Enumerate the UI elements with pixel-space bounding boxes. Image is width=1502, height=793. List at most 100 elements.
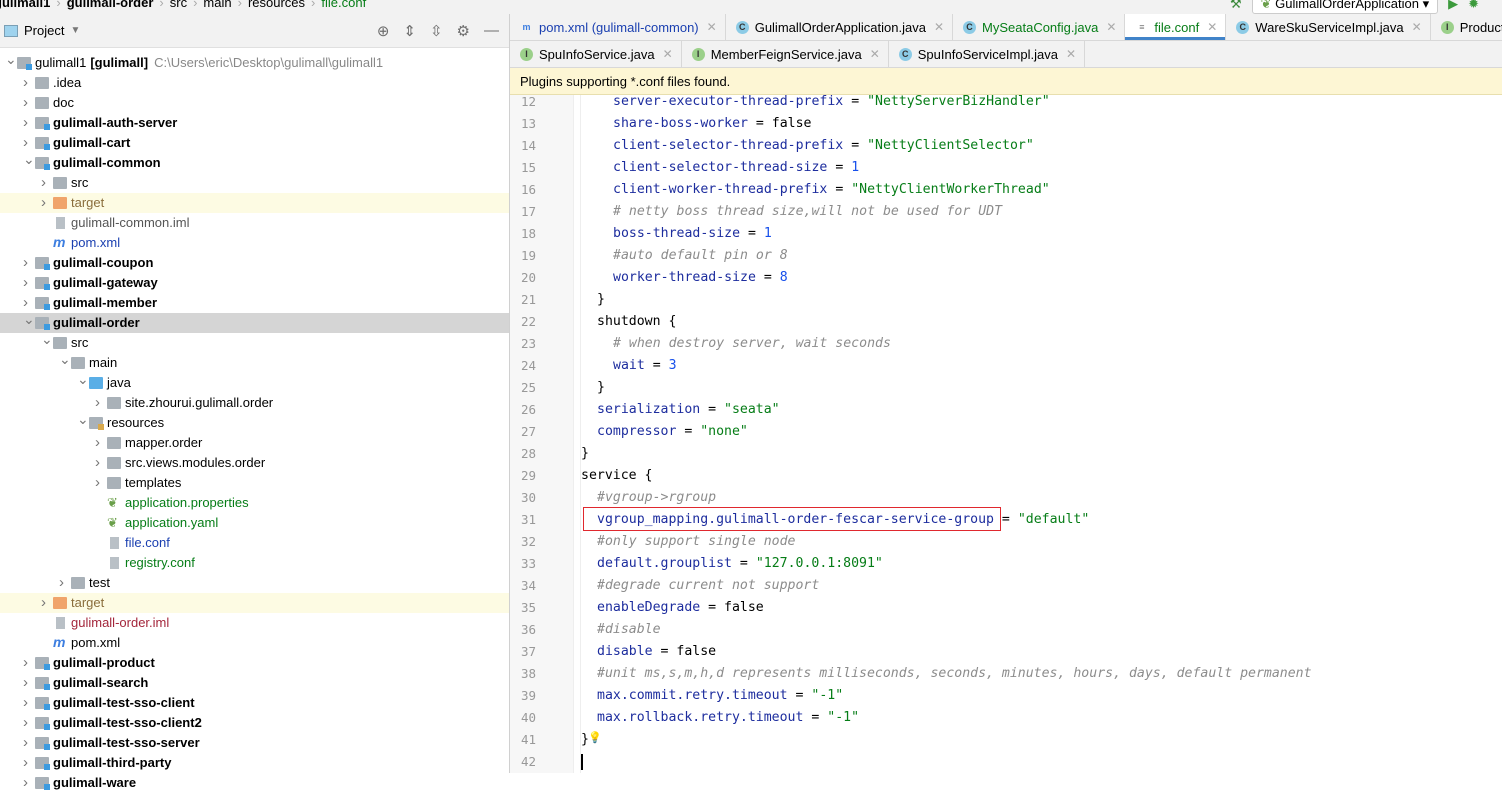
- tab-gulimallorderapplication-java[interactable]: C GulimallOrderApplication.java ✕: [726, 14, 954, 40]
- tree-item[interactable]: ❦ application.properties: [0, 493, 509, 513]
- chevron-right-icon[interactable]: ›: [23, 733, 33, 753]
- tree-item[interactable]: › doc: [0, 93, 509, 113]
- debug-icon[interactable]: ✹: [1468, 0, 1479, 12]
- tree-item[interactable]: › gulimall-test-sso-server: [0, 733, 509, 753]
- chevron-right-icon[interactable]: ›: [95, 453, 105, 473]
- gear-icon[interactable]: ⚙: [457, 22, 470, 40]
- close-icon[interactable]: ✕: [1066, 47, 1076, 61]
- code-editor[interactable]: 12 server-executor-thread-prefix = "Netty…: [510, 95, 1502, 773]
- tree-item[interactable]: ⌄ src: [0, 331, 509, 353]
- chevron-down-icon[interactable]: ⌄: [5, 49, 17, 69]
- tree-item-label: test: [89, 573, 110, 593]
- bulb-icon[interactable]: 💡: [588, 731, 602, 744]
- tab-file-conf[interactable]: ≡ file.conf ✕: [1125, 14, 1227, 40]
- chevron-right-icon[interactable]: ›: [23, 113, 33, 133]
- breadcrumb-item[interactable]: gulimall1: [0, 0, 50, 10]
- tab-spuinfoservice-java[interactable]: I SpuInfoService.java ✕: [510, 41, 682, 67]
- expand-all-icon[interactable]: ⇕: [403, 22, 416, 40]
- tab-spuinfoserviceimpl-java[interactable]: C SpuInfoServiceImpl.java ✕: [889, 41, 1086, 67]
- chevron-right-icon[interactable]: ›: [23, 653, 33, 673]
- tree-item[interactable]: › gulimall-search: [0, 673, 509, 693]
- tree-item[interactable]: ⌄ resources: [0, 411, 509, 433]
- breadcrumb-item[interactable]: gulimall-order: [67, 0, 154, 10]
- breadcrumb-item[interactable]: file.conf: [321, 0, 366, 10]
- chevron-right-icon[interactable]: ›: [23, 253, 33, 273]
- tree-item[interactable]: m pom.xml: [0, 233, 509, 253]
- tree-item[interactable]: › src.views.modules.order: [0, 453, 509, 473]
- close-icon[interactable]: ✕: [663, 47, 673, 61]
- chevron-down-icon[interactable]: ⌄: [23, 149, 35, 169]
- chevron-right-icon[interactable]: ›: [23, 753, 33, 773]
- tree-item[interactable]: › gulimall-member: [0, 293, 509, 313]
- build-hammer-icon[interactable]: ⚒: [1230, 0, 1242, 12]
- tab-productfe[interactable]: I ProductFe: [1431, 14, 1502, 40]
- chevron-down-icon[interactable]: ⌄: [77, 409, 89, 429]
- chevron-right-icon[interactable]: ›: [23, 773, 33, 793]
- tree-item[interactable]: › target: [0, 193, 509, 213]
- project-view-selector[interactable]: Project: [24, 23, 64, 38]
- close-icon[interactable]: ✕: [1106, 20, 1116, 34]
- tree-item[interactable]: › gulimall-ware: [0, 773, 509, 793]
- chevron-right-icon[interactable]: ›: [23, 673, 33, 693]
- tree-item[interactable]: › test: [0, 573, 509, 593]
- close-icon[interactable]: ✕: [870, 47, 880, 61]
- tab-wareskuserviceimpl-java[interactable]: C WareSkuServiceImpl.java ✕: [1226, 14, 1431, 40]
- tree-item[interactable]: gulimall-common.iml: [0, 213, 509, 233]
- chevron-right-icon[interactable]: ›: [41, 193, 51, 213]
- tree-item[interactable]: › templates: [0, 473, 509, 493]
- chevron-right-icon[interactable]: ›: [95, 473, 105, 493]
- run-configuration-select[interactable]: ❦ GulimallOrderApplication ▾: [1251, 0, 1439, 14]
- tree-item[interactable]: › .idea: [0, 73, 509, 93]
- tree-item[interactable]: › mapper.order: [0, 433, 509, 453]
- close-icon[interactable]: ✕: [707, 20, 717, 34]
- tab-pom-xml-gulimall-common-[interactable]: m pom.xml (gulimall-common) ✕: [510, 14, 726, 40]
- close-icon[interactable]: ✕: [1412, 20, 1422, 34]
- tree-item[interactable]: ⌄ java: [0, 371, 509, 393]
- chevron-right-icon[interactable]: ›: [23, 93, 33, 113]
- chevron-down-icon[interactable]: ⌄: [41, 329, 53, 349]
- tree-item[interactable]: › gulimall-product: [0, 653, 509, 673]
- tree-item[interactable]: › target: [0, 593, 509, 613]
- tree-item[interactable]: › gulimall-coupon: [0, 253, 509, 273]
- tree-item[interactable]: › gulimall-cart: [0, 133, 509, 153]
- tree-item-label: gulimall1 [gulimall] C:\Users\eric\Desktop…: [35, 53, 383, 73]
- chevron-right-icon[interactable]: ›: [23, 273, 33, 293]
- tree-item[interactable]: gulimall-order.iml: [0, 613, 509, 633]
- chevron-right-icon[interactable]: ›: [23, 693, 33, 713]
- chevron-right-icon[interactable]: ›: [41, 173, 51, 193]
- chevron-down-icon[interactable]: ▼: [70, 25, 80, 36]
- chevron-down-icon[interactable]: ⌄: [23, 309, 35, 329]
- tree-item[interactable]: › gulimall-third-party: [0, 753, 509, 773]
- tree-item[interactable]: › src: [0, 173, 509, 193]
- chevron-right-icon[interactable]: ›: [95, 433, 105, 453]
- tree-item[interactable]: file.conf: [0, 533, 509, 553]
- tree-item[interactable]: ⌄ gulimall-order: [0, 311, 509, 333]
- tab-memberfeignservice-java[interactable]: I MemberFeignService.java ✕: [682, 41, 889, 67]
- breadcrumb-item[interactable]: main: [203, 0, 231, 10]
- chevron-right-icon[interactable]: ›: [41, 593, 51, 613]
- run-icon[interactable]: ▶: [1448, 0, 1458, 12]
- chevron-right-icon[interactable]: ›: [95, 393, 105, 413]
- chevron-right-icon[interactable]: ›: [59, 573, 69, 593]
- chevron-down-icon[interactable]: ⌄: [77, 369, 89, 389]
- tree-item[interactable]: › gulimall-auth-server: [0, 113, 509, 133]
- chevron-right-icon[interactable]: ›: [23, 713, 33, 733]
- tree-item[interactable]: ⌄ gulimall-common: [0, 151, 509, 173]
- tree-item[interactable]: ⌄ gulimall1 [gulimall] C:\Users\eric\Deskto…: [0, 51, 509, 73]
- tab-myseataconfig-java[interactable]: C MySeataConfig.java ✕: [953, 14, 1126, 40]
- chevron-right-icon[interactable]: ›: [23, 73, 33, 93]
- tree-item[interactable]: › gulimall-gateway: [0, 273, 509, 293]
- collapse-all-icon[interactable]: ⇳: [430, 22, 443, 40]
- breadcrumb-item[interactable]: src: [170, 0, 187, 10]
- hide-icon[interactable]: —: [484, 22, 499, 40]
- tree-item[interactable]: ❦ application.yaml: [0, 513, 509, 533]
- breadcrumb-item[interactable]: resources: [248, 0, 305, 10]
- locate-icon[interactable]: ⊕: [377, 22, 390, 40]
- chevron-down-icon[interactable]: ⌄: [59, 349, 71, 369]
- tree-item[interactable]: registry.conf: [0, 553, 509, 573]
- tree-item[interactable]: › gulimall-test-sso-client2: [0, 713, 509, 733]
- close-icon[interactable]: ✕: [934, 20, 944, 34]
- tree-item[interactable]: m pom.xml: [0, 633, 509, 653]
- close-icon[interactable]: ✕: [1207, 20, 1217, 34]
- tree-item[interactable]: › gulimall-test-sso-client: [0, 693, 509, 713]
